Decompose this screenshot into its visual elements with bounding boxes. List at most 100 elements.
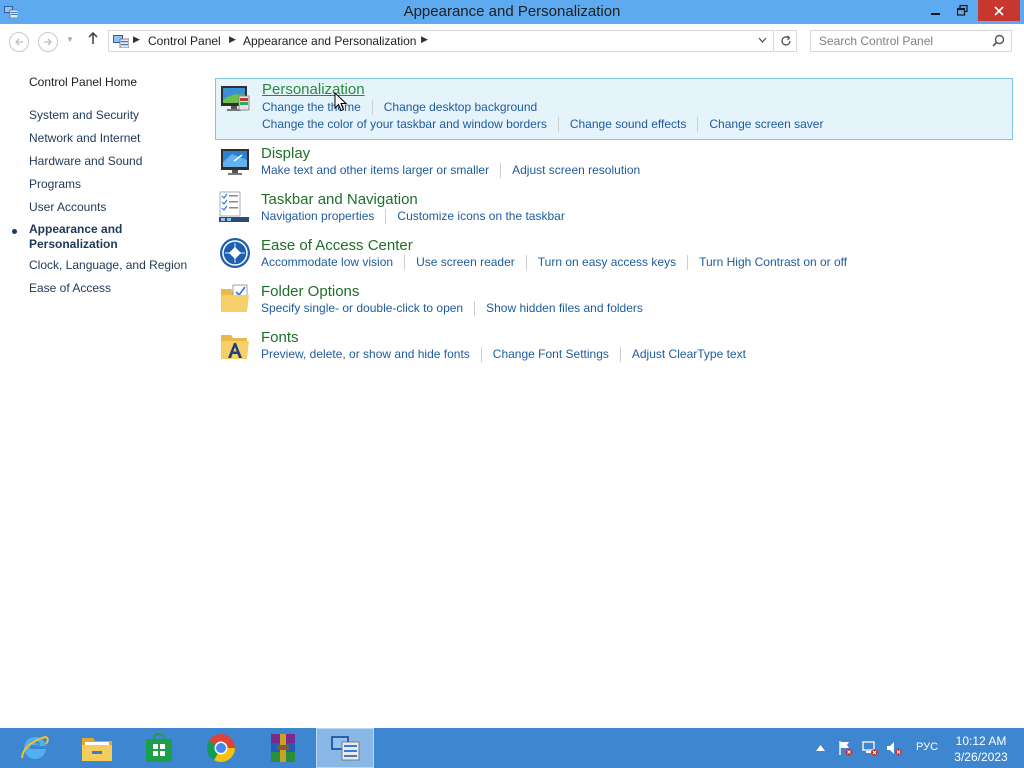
arrow-left-icon <box>15 38 23 46</box>
personalization-title[interactable]: Personalization <box>262 81 365 98</box>
taskbar: РУС 10:12 AM 3/26/2023 <box>0 728 1024 768</box>
address-dropdown-icon[interactable] <box>758 35 767 46</box>
change-sound-effects-link[interactable]: Change sound effects <box>570 117 687 131</box>
search-input[interactable] <box>811 31 986 51</box>
volume-tray[interactable] <box>886 728 902 768</box>
close-button[interactable] <box>978 0 1020 21</box>
show-hidden-icons-button[interactable] <box>816 728 825 768</box>
control-panel-icon <box>113 35 129 48</box>
taskbar-internet-explorer[interactable] <box>6 728 64 768</box>
taskbar-chrome[interactable] <box>192 728 250 768</box>
easy-access-keys-link[interactable]: Turn on easy access keys <box>538 255 676 269</box>
task-row: Preview, delete, or show and hide fonts C… <box>261 347 746 362</box>
input-language-indicator[interactable]: РУС <box>916 741 938 753</box>
minimize-button[interactable] <box>924 0 948 21</box>
ease-of-access-icon <box>220 238 250 268</box>
back-button[interactable] <box>9 32 29 52</box>
preview-fonts-link[interactable]: Preview, delete, or show and hide fonts <box>261 347 470 361</box>
category-display[interactable]: Display Make text and other items larger… <box>215 143 1013 185</box>
arrow-up-icon <box>88 31 98 44</box>
sidebar-item-hardware[interactable]: Hardware and Sound <box>29 154 142 168</box>
restore-button[interactable] <box>950 0 974 21</box>
cleartype-link[interactable]: Adjust ClearType text <box>632 347 746 361</box>
click-to-open-link[interactable]: Specify single- or double-click to open <box>261 301 463 315</box>
address-bar[interactable]: ▶ Control Panel ▶ Appearance and Persona… <box>108 30 774 52</box>
clock-date: 3/26/2023 <box>954 750 1008 764</box>
volume-muted-icon <box>887 742 902 756</box>
title-bar: Appearance and Personalization <box>0 0 1024 24</box>
breadcrumb-control-panel[interactable]: Control Panel <box>148 34 221 48</box>
separator <box>371 100 373 115</box>
store-icon <box>146 733 172 762</box>
fonts-icon <box>221 335 249 359</box>
refresh-button[interactable] <box>775 30 797 52</box>
recent-locations-dropdown[interactable]: ▼ <box>66 35 74 44</box>
navigation-bar: ▼ ▶ Control Panel ▶ Appearance and Perso… <box>0 24 1024 58</box>
forward-button[interactable] <box>38 32 58 52</box>
separator <box>474 301 476 316</box>
chrome-icon <box>207 734 235 762</box>
separator <box>557 117 559 132</box>
sidebar-item-programs[interactable]: Programs <box>29 177 81 191</box>
ease-of-access-title[interactable]: Ease of Access Center <box>261 237 413 254</box>
separator <box>480 347 482 362</box>
action-center-tray[interactable] <box>837 728 853 768</box>
taskbar-winrar[interactable] <box>254 728 312 768</box>
category-fonts[interactable]: Fonts Preview, delete, or show and hide … <box>215 327 1013 369</box>
winrar-icon <box>271 734 295 762</box>
breadcrumb-chevron-icon[interactable]: ▶ <box>133 34 140 45</box>
taskbar-file-explorer[interactable] <box>68 728 126 768</box>
task-row: Accommodate low vision Use screen reader T… <box>261 255 847 270</box>
search-box[interactable] <box>810 30 1012 52</box>
breadcrumb-chevron-icon[interactable]: ▶ <box>229 34 236 45</box>
active-bullet-icon <box>12 229 17 234</box>
folder-options-title[interactable]: Folder Options <box>261 283 359 300</box>
category-taskbar-navigation[interactable]: Taskbar and Navigation Navigation proper… <box>215 189 1013 231</box>
control-panel-icon <box>331 736 360 761</box>
separator <box>619 347 621 362</box>
font-settings-link[interactable]: Change Font Settings <box>493 347 609 361</box>
screen-reader-link[interactable]: Use screen reader <box>416 255 515 269</box>
change-taskbar-color-link[interactable]: Change the color of your taskbar and win… <box>262 117 547 131</box>
category-ease-of-access[interactable]: Ease of Access Center Accommodate low vi… <box>215 235 1013 277</box>
taskbar-icon <box>219 191 249 222</box>
taskbar-navigation-title[interactable]: Taskbar and Navigation <box>261 191 418 208</box>
network-tray[interactable] <box>862 728 878 768</box>
text-size-link[interactable]: Make text and other items larger or smal… <box>261 163 489 177</box>
category-folder-options[interactable]: Folder Options Specify single- or double… <box>215 281 1013 323</box>
sidebar-item-ease-of-access[interactable]: Ease of Access <box>29 281 111 295</box>
fonts-title[interactable]: Fonts <box>261 329 299 346</box>
change-screen-saver-link[interactable]: Change screen saver <box>709 117 823 131</box>
internet-explorer-icon <box>21 735 49 759</box>
separator <box>404 255 406 270</box>
taskbar-control-panel[interactable] <box>316 728 374 768</box>
low-vision-link[interactable]: Accommodate low vision <box>261 255 393 269</box>
sidebar-item-clock-language[interactable]: Clock, Language, and Region <box>29 258 187 272</box>
display-icon <box>221 149 249 175</box>
personalization-icon <box>221 86 250 111</box>
file-explorer-icon <box>82 738 112 761</box>
navigation-properties-link[interactable]: Navigation properties <box>261 209 374 223</box>
arrow-right-icon <box>44 38 52 46</box>
sidebar-item-system-security[interactable]: System and Security <box>29 108 139 122</box>
breadcrumb-chevron-icon[interactable]: ▶ <box>421 34 428 45</box>
clock-time: 10:12 AM <box>955 734 1007 748</box>
high-contrast-link[interactable]: Turn High Contrast on or off <box>699 255 847 269</box>
customize-taskbar-icons-link[interactable]: Customize icons on the taskbar <box>397 209 564 223</box>
sidebar-item-user-accounts[interactable]: User Accounts <box>29 200 106 214</box>
display-title[interactable]: Display <box>261 145 310 162</box>
separator <box>697 117 699 132</box>
breadcrumb-appearance[interactable]: Appearance and Personalization <box>243 34 416 48</box>
taskbar-store[interactable] <box>130 728 188 768</box>
change-desktop-background-link[interactable]: Change desktop background <box>384 100 537 114</box>
screen-resolution-link[interactable]: Adjust screen resolution <box>512 163 640 177</box>
chevron-up-icon <box>816 745 825 751</box>
search-icon[interactable] <box>992 34 1005 50</box>
sidebar-item-appearance[interactable]: Appearance and Personalization <box>29 222 139 252</box>
sidebar-item-network[interactable]: Network and Internet <box>29 131 140 145</box>
hidden-files-link[interactable]: Show hidden files and folders <box>486 301 643 315</box>
control-panel-home-link[interactable]: Control Panel Home <box>29 75 137 89</box>
clock[interactable]: 10:12 AM 3/26/2023 <box>946 733 1016 765</box>
up-button[interactable] <box>87 31 99 49</box>
task-row: Change the color of your taskbar and win… <box>262 117 823 132</box>
